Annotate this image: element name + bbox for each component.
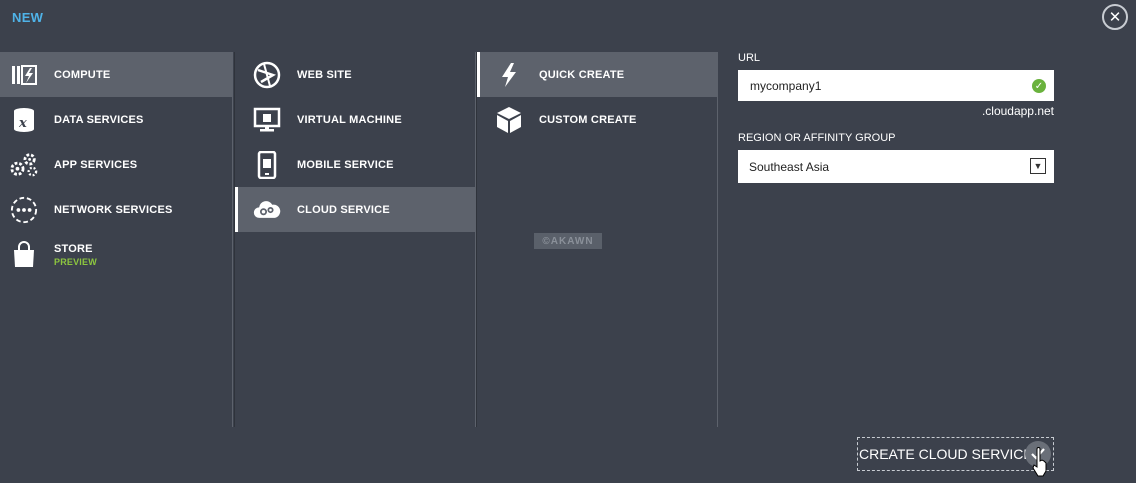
category-label: DATA SERVICES	[54, 113, 144, 126]
category-label: STORE	[54, 242, 93, 255]
mobile-service-icon	[253, 150, 281, 179]
category-network-services[interactable]: NETWORK SERVICES	[0, 187, 232, 232]
category-app-services[interactable]: APP SERVICES	[0, 142, 232, 187]
method-label: QUICK CREATE	[539, 68, 625, 81]
service-label: VIRTUAL MACHINE	[297, 113, 402, 126]
create-cloud-service-button[interactable]: CREATE CLOUD SERVICE	[857, 437, 1054, 471]
hand-cursor-icon	[1032, 447, 1048, 482]
region-label: REGION OR AFFINITY GROUP	[738, 132, 896, 144]
preview-badge: PREVIEW	[54, 256, 97, 267]
service-web-site[interactable]: WEB SITE	[235, 52, 475, 97]
compute-icon	[10, 61, 38, 89]
service-label: CLOUD SERVICE	[297, 203, 390, 216]
valid-check-icon: ✓	[1032, 79, 1046, 93]
url-label: URL	[738, 52, 761, 64]
virtual-machine-icon	[253, 106, 281, 134]
service-cloud-service[interactable]: CLOUD SERVICE	[235, 187, 475, 232]
category-label: APP SERVICES	[54, 158, 138, 171]
web-site-icon	[253, 61, 281, 89]
method-custom-create[interactable]: CUSTOM CREATE	[477, 97, 717, 142]
method-quick-create[interactable]: QUICK CREATE	[477, 52, 717, 97]
box-icon	[495, 106, 523, 134]
category-label: COMPUTE	[54, 68, 111, 81]
category-store[interactable]: STORE PREVIEW	[0, 232, 232, 277]
category-data-services[interactable]: x DATA SERVICES	[0, 97, 232, 142]
cloud-service-icon	[253, 196, 281, 224]
data-services-icon: x	[10, 106, 38, 134]
chevron-down-icon[interactable]: ▼	[1030, 158, 1046, 174]
watermark: ©AKAWN	[534, 233, 602, 249]
svg-text:x: x	[18, 116, 27, 131]
category-label: NETWORK SERVICES	[54, 203, 173, 216]
region-select[interactable]: Southeast Asia ▼	[738, 150, 1054, 183]
app-services-icon	[10, 151, 38, 179]
category-compute[interactable]: COMPUTE	[0, 52, 232, 97]
method-label: CUSTOM CREATE	[539, 113, 637, 126]
close-button[interactable]: ✕	[1102, 4, 1128, 30]
service-virtual-machine[interactable]: VIRTUAL MACHINE	[235, 97, 475, 142]
region-value: Southeast Asia	[749, 159, 830, 174]
url-input[interactable]	[748, 77, 1012, 94]
network-services-icon	[10, 196, 38, 224]
service-column: WEB SITE VIRTUAL MACHINE MOBILE SERVICE	[234, 52, 476, 427]
category-column: COMPUTE x DATA SERVICES APP SERVICES NET…	[0, 52, 233, 427]
store-icon	[10, 240, 38, 269]
quick-create-form: URL ✓ .cloudapp.net REGION OR AFFINITY G…	[738, 52, 1054, 183]
create-button-label: CREATE CLOUD SERVICE	[859, 446, 1033, 462]
service-label: WEB SITE	[297, 68, 352, 81]
service-label: MOBILE SERVICE	[297, 158, 394, 171]
service-mobile-service[interactable]: MOBILE SERVICE	[235, 142, 475, 187]
url-suffix: .cloudapp.net	[981, 104, 1054, 118]
close-icon: ✕	[1108, 9, 1122, 26]
url-field[interactable]: ✓	[738, 70, 1054, 101]
lightning-icon	[495, 61, 523, 89]
dialog-title: NEW	[12, 10, 44, 25]
